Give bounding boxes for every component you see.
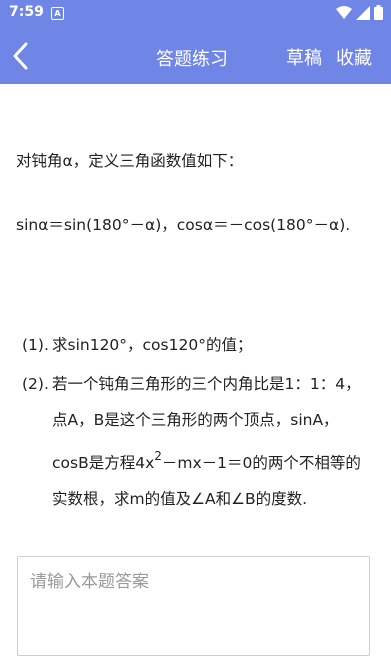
wifi-icon [336, 5, 352, 19]
notification-icon: A [51, 7, 64, 20]
back-arrow-icon [13, 42, 28, 70]
question-content: 对钝角α，定义三角函数值如下： sinα＝sin(180°－α)，cosα＝－c… [0, 84, 391, 656]
status-bar: 7:59 A [0, 0, 391, 28]
part-text: 求sin120°，cos120°的值； [52, 336, 253, 354]
status-time: 7:59 [9, 4, 44, 20]
favorite-button[interactable]: 收藏 [336, 44, 372, 70]
battery-icon [374, 5, 383, 20]
part-text: 若一个钝角三角形的三个内角比是1：1：4，点A，B是这个三角形的两个顶点，sin… [52, 366, 370, 517]
exponent: 2 [154, 449, 162, 463]
part-number: (2). [22, 375, 49, 393]
nav-bar: 答题练习 草稿 收藏 [0, 28, 391, 84]
question-intro: 对钝角α，定义三角函数值如下： [16, 152, 244, 170]
question-part-1: (1). 求sin120°，cos120°的值； [22, 327, 362, 363]
answer-input[interactable]: 请输入本题答案 [17, 556, 370, 656]
part-number: (1). [22, 336, 49, 354]
back-button[interactable] [8, 40, 38, 72]
signal-icon [356, 5, 370, 20]
page-title: 答题练习 [156, 49, 228, 70]
draft-button[interactable]: 草稿 [286, 44, 322, 70]
status-icons [336, 5, 383, 20]
question-part-2: (2). 若一个钝角三角形的三个内角比是1：1：4，点A，B是这个三角形的两个顶… [22, 366, 370, 517]
question-definition: sinα＝sin(180°－α)，cosα＝－cos(180°－α). [16, 216, 351, 234]
